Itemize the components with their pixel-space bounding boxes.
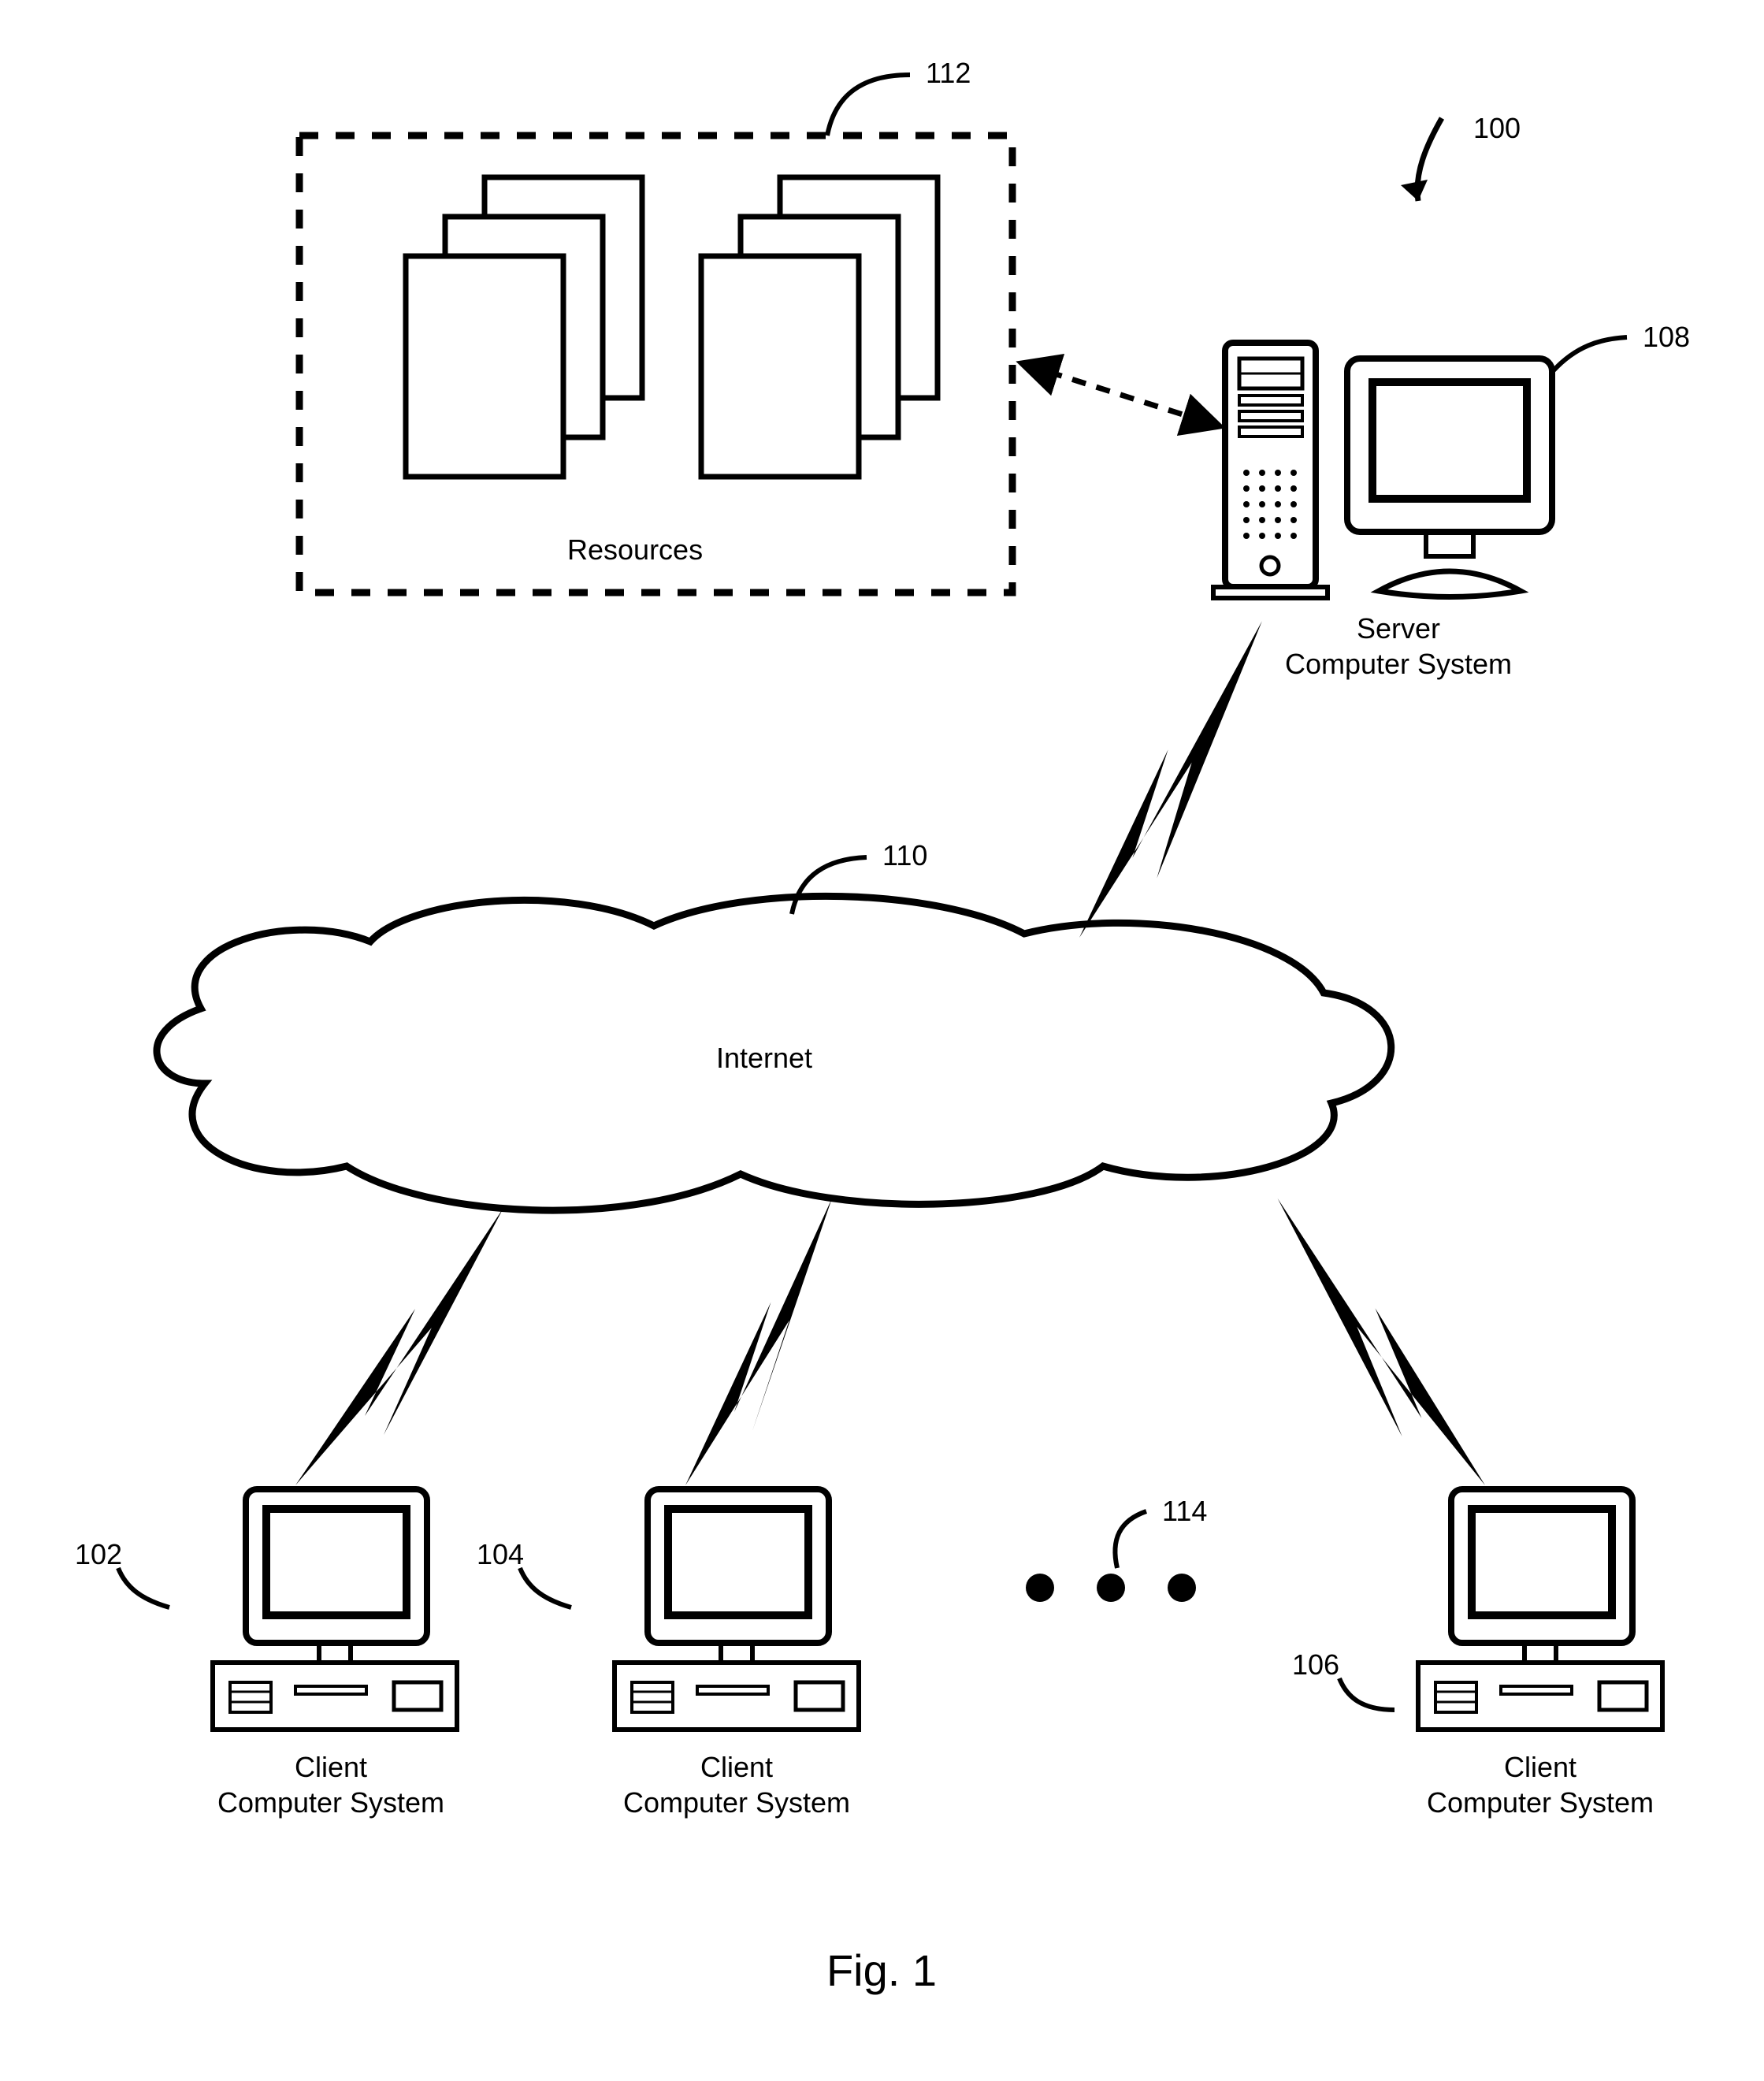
client2-l1: Client	[700, 1751, 773, 1783]
internet-label: Internet	[716, 1042, 812, 1074]
ref-100: 100	[1473, 112, 1521, 144]
resources-label: Resources	[567, 533, 703, 566]
client3-l1: Client	[1504, 1751, 1576, 1783]
ref-114: 114	[1162, 1495, 1207, 1527]
ref-108: 108	[1643, 321, 1690, 353]
ref-104: 104	[477, 1538, 524, 1570]
ref-106: 106	[1292, 1648, 1339, 1681]
client3-l2: Computer System	[1427, 1786, 1654, 1819]
client-1-icon	[213, 1489, 457, 1730]
client2-l2: Computer System	[623, 1786, 850, 1819]
client-3-icon	[1418, 1489, 1662, 1730]
figure-label: Fig. 1	[826, 1945, 937, 1995]
server-icon	[1213, 343, 1328, 598]
server-label-l1: Server	[1357, 612, 1440, 645]
client-2-icon	[615, 1489, 859, 1730]
ref-100-leader	[1401, 118, 1442, 201]
client1-l1: Client	[295, 1751, 367, 1783]
ref-110: 110	[882, 839, 927, 871]
ellipsis-icon	[1026, 1574, 1196, 1602]
ref-102: 102	[75, 1538, 122, 1570]
client1-l2: Computer System	[217, 1786, 444, 1819]
server-label-l2: Computer System	[1285, 648, 1512, 680]
ref-112: 112	[926, 57, 971, 89]
